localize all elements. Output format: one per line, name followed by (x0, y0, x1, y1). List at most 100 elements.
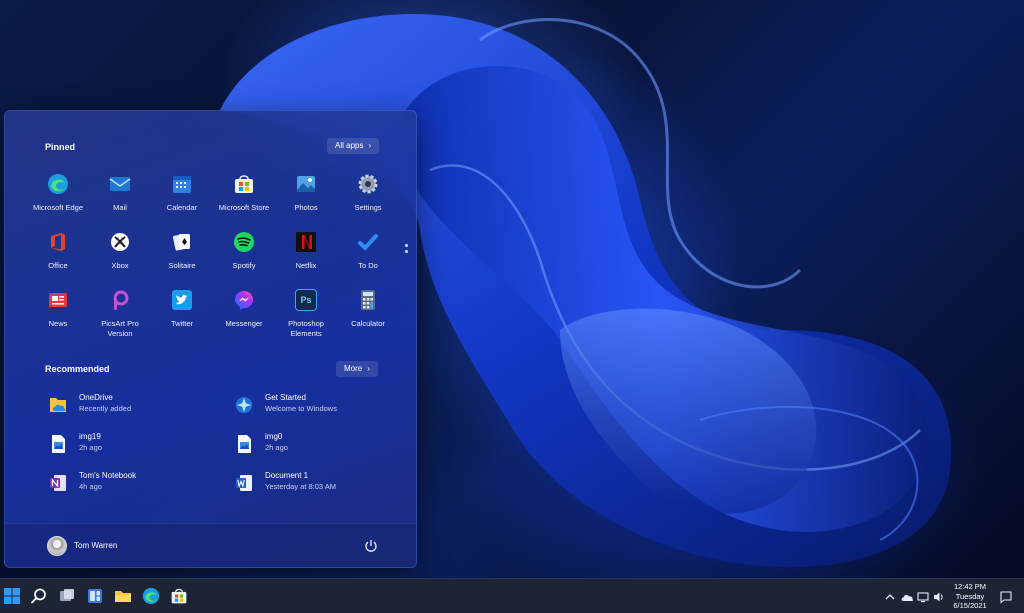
netflix-icon (295, 231, 317, 253)
app-label: Twitter (170, 319, 194, 328)
pinned-app-settings[interactable]: Settings (337, 171, 399, 229)
user-name[interactable]: Tom Warren (74, 541, 117, 550)
speaker-icon (934, 592, 943, 601)
more-button[interactable]: More › (336, 361, 378, 377)
app-label: Mail (113, 203, 127, 212)
pinned-app-office[interactable]: Office (27, 229, 89, 287)
messenger-icon (233, 289, 255, 311)
recommended-name: Tom's Notebook (79, 471, 137, 480)
app-label: Photoshop Elements (288, 319, 324, 338)
photoshop-icon: Ps (295, 289, 317, 311)
network-icon (917, 591, 929, 602)
widgets-button[interactable] (83, 584, 107, 608)
photos-icon (295, 173, 317, 195)
show-hidden-icons-button[interactable] (884, 579, 896, 613)
pinned-app-messenger[interactable]: Messenger (213, 287, 275, 345)
volume-button[interactable] (933, 579, 945, 613)
edge-taskbar-button[interactable] (139, 584, 163, 608)
recommended-name: img19 (79, 432, 101, 441)
pinned-app-microsoft-store[interactable]: Microsoft Store (213, 171, 275, 229)
mail-icon (109, 173, 131, 195)
calendar-icon (171, 173, 193, 195)
clock[interactable]: 12:42 PM Tuesday 6/15/2021 (945, 582, 995, 611)
solitaire-icon (171, 231, 193, 253)
pinned-app-calculator[interactable]: Calculator (337, 287, 399, 345)
avatar[interactable] (47, 536, 67, 556)
recommended-item-toms-notebook[interactable]: Tom's Notebook 4h ago (49, 471, 235, 510)
page-dot (405, 244, 408, 247)
app-label: Photos (294, 203, 318, 212)
app-label: Calendar (166, 203, 198, 212)
onedrive-icon (49, 395, 67, 415)
recommended-text: Tom's Notebook 4h ago (79, 471, 136, 491)
edge-icon (142, 587, 160, 605)
pinned-app-solitaire[interactable]: Solitaire (151, 229, 213, 287)
store-taskbar-button[interactable] (167, 584, 191, 608)
pinned-app-spotify[interactable]: Spotify (213, 229, 275, 287)
image-file-icon (49, 434, 67, 454)
pinned-app-news[interactable]: News (27, 287, 89, 345)
pinned-app-twitter[interactable]: Twitter (151, 287, 213, 345)
recommended-item-img0[interactable]: img0 2h ago (235, 432, 399, 471)
recommended-name: img0 (265, 432, 283, 441)
pinned-app-photos[interactable]: Photos (275, 171, 337, 229)
recommended-name: OneDrive (79, 393, 113, 402)
clock-time: 12:42 PM (953, 582, 987, 591)
widgets-icon (88, 589, 102, 603)
recommended-subtitle: Yesterday at 8:03 AM (265, 482, 337, 491)
pinned-app-netflix[interactable]: Netflix (275, 229, 337, 287)
pinned-app-photoshop-elements[interactable]: Ps Photoshop Elements (275, 287, 337, 345)
power-icon[interactable] (363, 538, 379, 554)
todo-icon (357, 231, 379, 253)
task-view-icon (60, 589, 74, 601)
onenote-icon (49, 473, 67, 493)
start-button[interactable] (0, 584, 24, 608)
app-label: Office (48, 261, 68, 270)
file-explorer-button[interactable] (111, 584, 135, 608)
recommended-list: OneDrive Recently added Get Started Welc… (49, 393, 399, 510)
recommended-item-img19[interactable]: img19 2h ago (49, 432, 235, 471)
recommended-subtitle: 2h ago (265, 443, 288, 452)
calculator-icon (357, 289, 379, 311)
recommended-title: Recommended (45, 364, 110, 374)
chevron-right-icon: › (368, 141, 372, 150)
recommended-item-document-1[interactable]: Document 1 Yesterday at 8:03 AM (235, 471, 399, 510)
recommended-item-onedrive[interactable]: OneDrive Recently added (49, 393, 235, 432)
app-label: Messenger (225, 319, 263, 328)
pinned-page-indicator[interactable] (405, 244, 409, 253)
pinned-app-edge[interactable]: Microsoft Edge (27, 171, 89, 229)
recommended-name: Document 1 (265, 471, 309, 480)
app-label: Solitaire (168, 261, 196, 270)
search-button[interactable] (27, 584, 51, 608)
recommended-item-get-started[interactable]: Get Started Welcome to Windows (235, 393, 399, 432)
image-file-icon (235, 434, 253, 454)
settings-icon (357, 173, 379, 195)
clock-date: 6/15/2021 (953, 601, 987, 610)
notification-icon (1000, 590, 1012, 604)
recommended-subtitle: Welcome to Windows (265, 404, 337, 413)
onedrive-tray-button[interactable] (900, 579, 914, 613)
all-apps-button[interactable]: All apps › (327, 138, 380, 154)
pinned-app-xbox[interactable]: Xbox (89, 229, 151, 287)
spotify-icon (233, 231, 255, 253)
news-icon (47, 289, 69, 311)
more-label: More (344, 364, 363, 373)
recommended-text: Get Started Welcome to Windows (265, 393, 337, 413)
recommended-text: Document 1 Yesterday at 8:03 AM (265, 471, 336, 491)
cloud-icon (901, 594, 914, 601)
word-file-icon (235, 473, 253, 493)
pinned-app-picsart[interactable]: PicsArt Pro Version (89, 287, 151, 345)
network-button[interactable] (917, 579, 931, 613)
notifications-button[interactable] (999, 579, 1013, 613)
app-label: News (48, 319, 68, 328)
recommended-subtitle: 4h ago (79, 482, 102, 491)
task-view-button[interactable] (55, 584, 79, 608)
get-started-icon (235, 395, 253, 415)
folder-icon (115, 591, 131, 602)
pinned-app-calendar[interactable]: Calendar (151, 171, 213, 229)
app-label: To Do (358, 261, 378, 270)
pinned-app-mail[interactable]: Mail (89, 171, 151, 229)
pinned-app-todo[interactable]: To Do (337, 229, 399, 287)
pinned-title: Pinned (45, 142, 76, 152)
app-label: Microsoft Store (218, 203, 270, 212)
